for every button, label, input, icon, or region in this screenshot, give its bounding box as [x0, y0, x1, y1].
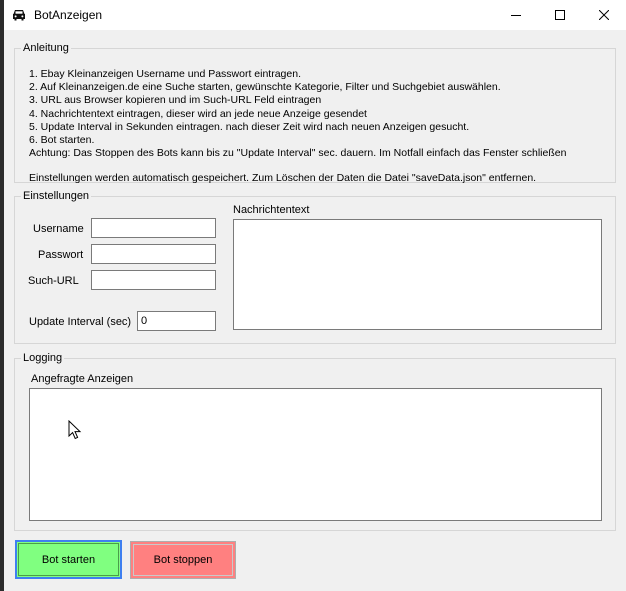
update-interval-field[interactable]: [137, 311, 216, 331]
einstellungen-legend: Einstellungen: [23, 190, 90, 202]
nachrichtentext-label: Nachrichtentext: [233, 204, 310, 216]
instruction-line: 4. Nachrichtentext eintragen, dieser wir…: [29, 107, 367, 120]
such-url-label: Such-URL: [28, 275, 79, 287]
passwort-label: Passwort: [38, 249, 84, 261]
window-edge: [0, 0, 4, 591]
mouse-pointer-icon: [68, 420, 82, 440]
car-icon: [13, 10, 25, 21]
anleitung-legend: Anleitung: [23, 42, 69, 54]
username-label: Username: [33, 223, 84, 235]
maximize-button[interactable]: [538, 0, 582, 30]
anleitung-group: Anleitung 1. Ebay Kleinanzeigen Username…: [14, 42, 616, 186]
instruction-line: 6. Bot starten.: [29, 134, 95, 147]
minimize-button[interactable]: [494, 0, 538, 30]
angefragte-anzeigen-list[interactable]: [29, 388, 602, 521]
such-url-field[interactable]: [91, 270, 216, 290]
save-note: Einstellungen werden automatisch gespeic…: [29, 172, 537, 185]
close-button[interactable]: [582, 0, 626, 30]
anleitung-text: 1. Ebay Kleinanzeigen Username und Passw…: [29, 68, 566, 186]
update-interval-label: Update Interval (sec): [29, 316, 132, 328]
instruction-line: 2. Auf Kleinanzeigen.de eine Suche start…: [29, 81, 501, 94]
instruction-line: 1. Ebay Kleinanzeigen Username und Passw…: [29, 68, 301, 80]
maximize-icon: [555, 10, 565, 20]
angefragte-anzeigen-label: Angefragte Anzeigen: [31, 373, 134, 385]
title-bar[interactable]: BotAnzeigen: [4, 0, 626, 30]
bot-stoppen-label: Bot stoppen: [153, 554, 213, 566]
window-title: BotAnzeigen: [34, 8, 103, 22]
close-icon: [599, 10, 609, 20]
instruction-line: 3. URL aus Browser kopieren und im Such-…: [29, 94, 322, 107]
minimize-icon: [511, 15, 521, 16]
bot-starten-button[interactable]: Bot starten: [15, 540, 122, 579]
passwort-field[interactable]: [91, 244, 216, 264]
username-field[interactable]: [91, 218, 216, 238]
warning-line: Achtung: Das Stoppen des Bots kann bis z…: [29, 147, 567, 160]
logging-legend: Logging: [23, 352, 63, 364]
app-window: BotAnzeigen Anleitung 1. Ebay Kleinanzei…: [0, 0, 626, 591]
bot-stoppen-button[interactable]: Bot stoppen: [130, 541, 236, 579]
bot-starten-label: Bot starten: [41, 553, 96, 566]
instruction-line: 5. Update Interval in Sekunden eintragen…: [29, 120, 470, 133]
nachrichtentext-field[interactable]: [233, 219, 602, 330]
